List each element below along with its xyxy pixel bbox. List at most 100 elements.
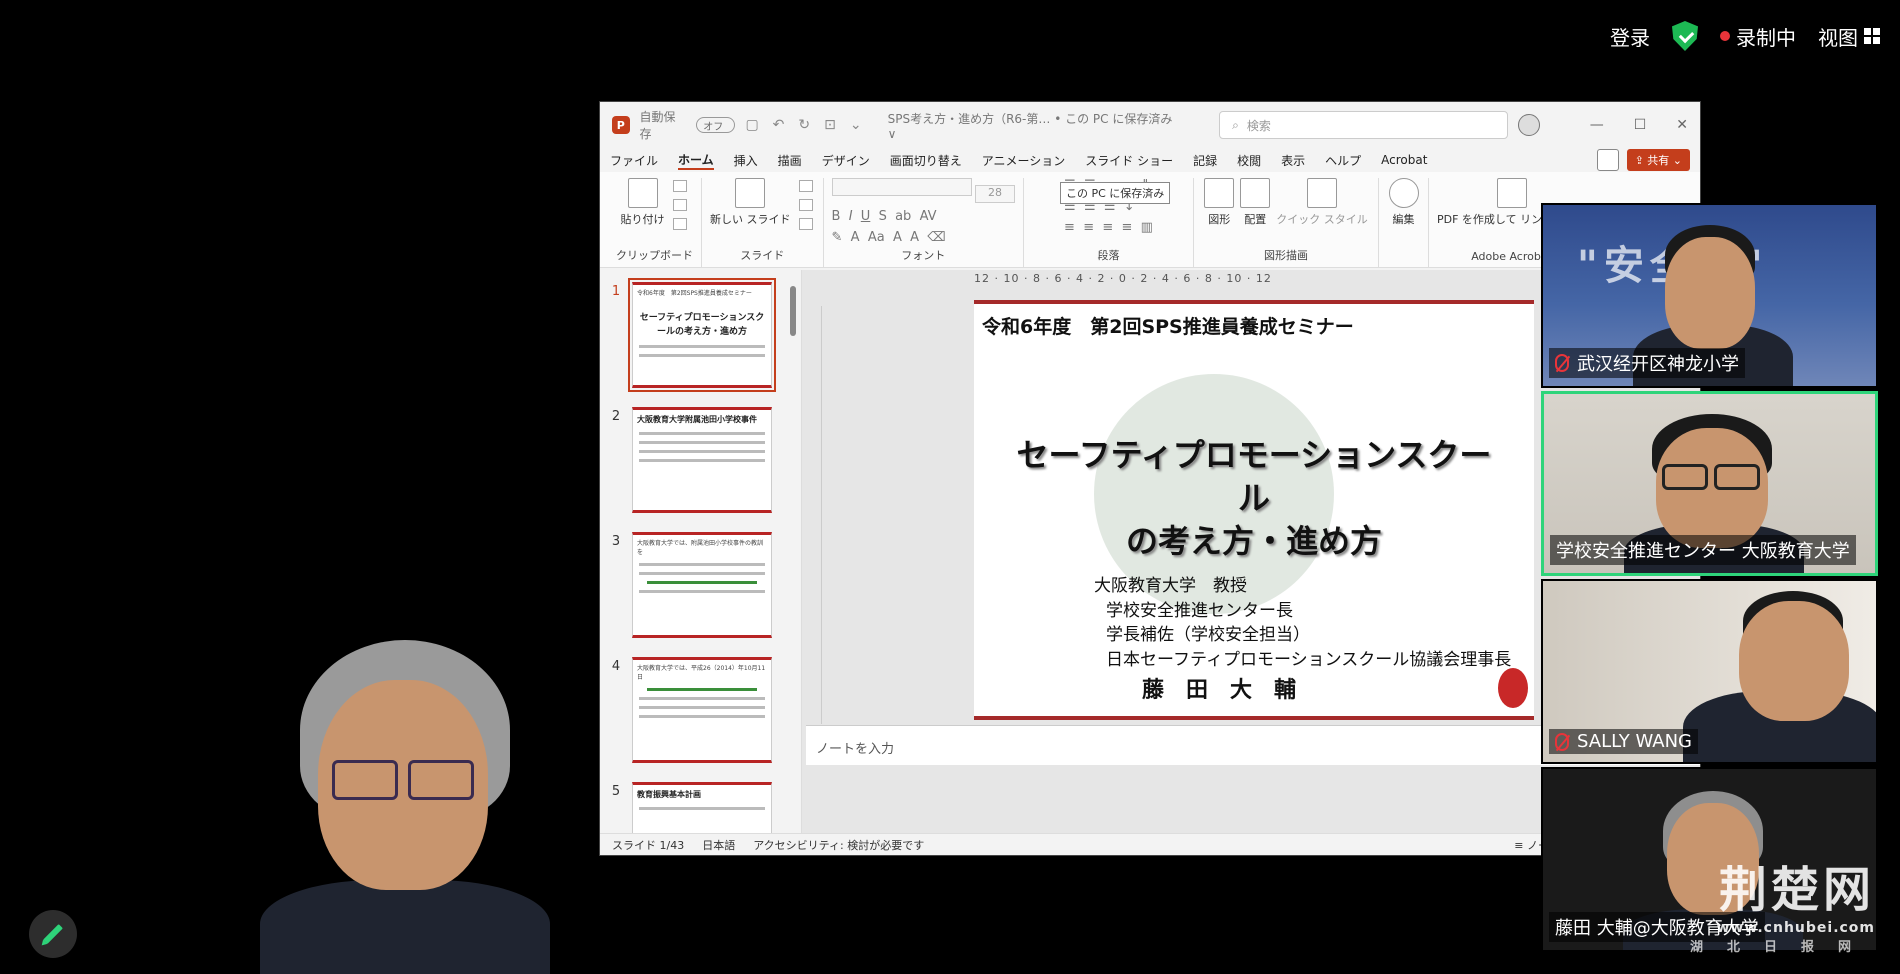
clipboard-group: 貼り付け クリップボード bbox=[608, 178, 702, 267]
tab-review[interactable]: 校閲 bbox=[1237, 152, 1261, 169]
thumb-row[interactable]: 5 教育振興基本計画 bbox=[600, 782, 801, 833]
slides-group: 新しい スライド スライド bbox=[702, 178, 824, 267]
vertical-ruler bbox=[808, 306, 822, 724]
pencil-icon bbox=[43, 924, 63, 944]
participant-name: 学校安全推進センター 大阪教育大学 bbox=[1556, 541, 1850, 562]
save-icon[interactable]: ▢ bbox=[745, 117, 758, 133]
participant-name: SALLY WANG bbox=[1577, 731, 1692, 752]
meeting-stage: 登录 录制中 视图 P 自動保存 オフ ▢ ↶ ↻ ⊡ ⌄ SPS考え方・進め方… bbox=[0, 0, 1900, 974]
grid-view-icon bbox=[1864, 28, 1880, 44]
quick-style-icon bbox=[1307, 178, 1337, 208]
tab-draw[interactable]: 描画 bbox=[778, 152, 802, 169]
shapes-button[interactable]: 図形 bbox=[1204, 178, 1235, 227]
workspace: 1 令和6年度 第2回SPS推進員養成セミナー セーフティプロモーションスクール… bbox=[600, 270, 1700, 833]
reset-icon[interactable] bbox=[798, 199, 813, 211]
powerpoint-logo-icon: P bbox=[612, 116, 630, 134]
slide-thumbnail[interactable]: 大阪教育大学附属池田小学校事件 bbox=[632, 407, 772, 513]
tab-file[interactable]: ファイル bbox=[610, 152, 658, 169]
quick-access-toolbar: ▢ ↶ ↻ ⊡ ⌄ bbox=[745, 117, 861, 133]
search-icon: ⌕ bbox=[1232, 117, 1239, 132]
account-avatar[interactable] bbox=[1517, 114, 1540, 136]
shapes-icon bbox=[1204, 178, 1235, 208]
meeting-topbar: 登录 录制中 视图 bbox=[1610, 18, 1900, 54]
present-icon[interactable]: ⊡ bbox=[824, 117, 836, 133]
editing-group: 編集 bbox=[1379, 178, 1429, 267]
participant-tile-speaking[interactable]: 学校安全推進センター 大阪教育大学 bbox=[1541, 391, 1878, 576]
tab-insert[interactable]: 挿入 bbox=[734, 152, 758, 169]
login-button[interactable]: 登录 bbox=[1610, 22, 1650, 51]
current-slide[interactable]: 令和6年度 第2回SPS推進員養成セミナー セーフティプロモーションスクール の… bbox=[974, 300, 1534, 720]
copy-icon[interactable] bbox=[672, 199, 687, 211]
tab-transitions[interactable]: 画面切り替え bbox=[890, 152, 962, 169]
minimize-icon[interactable]: — bbox=[1590, 117, 1604, 133]
ribbon-tabs: ファイル ホーム 挿入 描画 デザイン 画面切り替え アニメーション スライド … bbox=[600, 148, 1700, 172]
undo-icon[interactable]: ↶ bbox=[773, 117, 785, 133]
ppt-titlebar: P 自動保存 オフ ▢ ↶ ↻ ⊡ ⌄ SPS考え方・進め方（R6-第… • こ… bbox=[600, 102, 1700, 148]
thumb-row[interactable]: 1 令和6年度 第2回SPS推進員養成セミナー セーフティプロモーションスクール… bbox=[600, 278, 801, 392]
annotate-button[interactable] bbox=[29, 910, 77, 958]
pdf-icon bbox=[1496, 178, 1527, 208]
new-slide-button[interactable]: 新しい スライド bbox=[710, 178, 791, 227]
tab-slideshow[interactable]: スライド ショー bbox=[1085, 152, 1173, 169]
format-painter-icon[interactable] bbox=[672, 218, 687, 230]
tab-acrobat[interactable]: Acrobat bbox=[1381, 153, 1427, 167]
section-icon[interactable] bbox=[798, 218, 813, 230]
recording-indicator[interactable]: 录制中 bbox=[1720, 22, 1796, 51]
view-button[interactable]: 视图 bbox=[1818, 22, 1880, 51]
paste-button[interactable]: 貼り付け bbox=[621, 178, 665, 227]
search-box[interactable]: ⌕ 検索 bbox=[1219, 111, 1508, 139]
redo-icon[interactable]: ↻ bbox=[798, 117, 810, 133]
horizontal-ruler: 12 · 10 · 8 · 6 · 4 · 2 · 0 · 2 · 4 · 6 … bbox=[974, 272, 1272, 285]
slide-thumbnail[interactable]: 大阪教育大学では、平成26（2014）年10月11日 bbox=[632, 657, 772, 763]
arrange-button[interactable]: 配置 bbox=[1240, 178, 1271, 227]
slide-presenter-name: 藤田大輔 bbox=[1142, 678, 1319, 703]
arrange-icon bbox=[1240, 178, 1271, 208]
cut-icon[interactable] bbox=[672, 180, 687, 192]
layout-icon[interactable] bbox=[798, 180, 813, 192]
tab-design[interactable]: デザイン bbox=[822, 152, 870, 169]
slide-header: 令和6年度 第2回SPS推進員養成セミナー bbox=[982, 316, 1354, 338]
language-indicator[interactable]: 日本語 bbox=[702, 837, 735, 853]
status-bar: スライド 1/43 日本語 アクセシビリティ: 検討が必要です ≡ ノート bbox=[600, 833, 1700, 855]
saved-tooltip: この PC に保存済み bbox=[1060, 182, 1171, 204]
mic-muted-icon bbox=[1555, 354, 1569, 372]
tab-record[interactable]: 記録 bbox=[1193, 152, 1217, 169]
font-name-input[interactable] bbox=[831, 178, 972, 196]
thumb-row[interactable]: 2 大阪教育大学附属池田小学校事件 bbox=[600, 407, 801, 513]
slide-counter: スライド 1/43 bbox=[612, 838, 685, 852]
tab-help[interactable]: ヘルプ bbox=[1325, 152, 1361, 169]
thumb-row[interactable]: 3 大阪教育大学では、附属池田小学校事件の教訓を bbox=[600, 532, 801, 638]
thumbnail-scrollbar[interactable] bbox=[789, 276, 797, 833]
participant-tile[interactable]: "安全促" 武汉经开区神龙小学 bbox=[1541, 203, 1878, 388]
autosave-toggle[interactable]: オフ bbox=[696, 117, 736, 133]
new-slide-icon bbox=[735, 178, 766, 208]
thumb-row[interactable]: 4 大阪教育大学では、平成26（2014）年10月11日 bbox=[600, 657, 801, 763]
drawing-group: 図形 配置 クイック スタイル 図形描画 bbox=[1194, 178, 1379, 267]
slide-author-info: 大阪教育大学 教授 学校安全推進センター長 学長補佐（学校安全担当） 日本セーフ… bbox=[1094, 576, 1512, 670]
close-icon[interactable]: ✕ bbox=[1676, 117, 1688, 133]
slide-thumbnail[interactable]: 大阪教育大学では、附属池田小学校事件の教訓を bbox=[632, 532, 772, 638]
quick-style-button[interactable]: クイック スタイル bbox=[1276, 178, 1368, 227]
mic-muted-icon bbox=[1555, 732, 1569, 751]
tab-home[interactable]: ホーム bbox=[678, 151, 714, 170]
maximize-icon[interactable]: ☐ bbox=[1634, 117, 1647, 133]
security-shield-icon[interactable] bbox=[1672, 21, 1698, 51]
slide-thumbnail[interactable]: 教育振興基本計画 bbox=[632, 782, 772, 833]
participant-tile[interactable]: SALLY WANG bbox=[1541, 579, 1878, 764]
share-button[interactable]: ⇪ 共有 ⌄ bbox=[1626, 149, 1690, 171]
clipboard-icon bbox=[627, 178, 658, 208]
customize-qat-icon[interactable]: ⌄ bbox=[850, 117, 862, 133]
broadcaster-watermark: 荆楚网 www.cnhubei.com 湖北日报网 bbox=[1690, 862, 1876, 955]
document-title[interactable]: SPS考え方・進め方（R6-第… • この PC に保存済み ∨ bbox=[888, 110, 1178, 141]
font-size-input[interactable]: 28 bbox=[975, 185, 1015, 203]
tab-view[interactable]: 表示 bbox=[1281, 152, 1305, 169]
edit-button[interactable]: 編集 bbox=[1388, 178, 1419, 227]
slide-title: セーフティプロモーションスクール の考え方・進め方 bbox=[1016, 436, 1492, 561]
slide-thumbnails-pane: 1 令和6年度 第2回SPS推進員養成セミナー セーフティプロモーションスクール… bbox=[600, 270, 802, 833]
powerpoint-window: P 自動保存 オフ ▢ ↶ ↻ ⊡ ⌄ SPS考え方・進め方（R6-第… • こ… bbox=[599, 101, 1701, 856]
accessibility-status[interactable]: アクセシビリティ: 検討が必要です bbox=[753, 837, 924, 853]
slide-thumbnail[interactable]: 令和6年度 第2回SPS推進員養成セミナー セーフティプロモーションスクールの考… bbox=[628, 278, 776, 392]
tab-animations[interactable]: アニメーション bbox=[982, 152, 1066, 169]
find-icon bbox=[1388, 178, 1419, 208]
comment-button[interactable] bbox=[1596, 149, 1619, 171]
